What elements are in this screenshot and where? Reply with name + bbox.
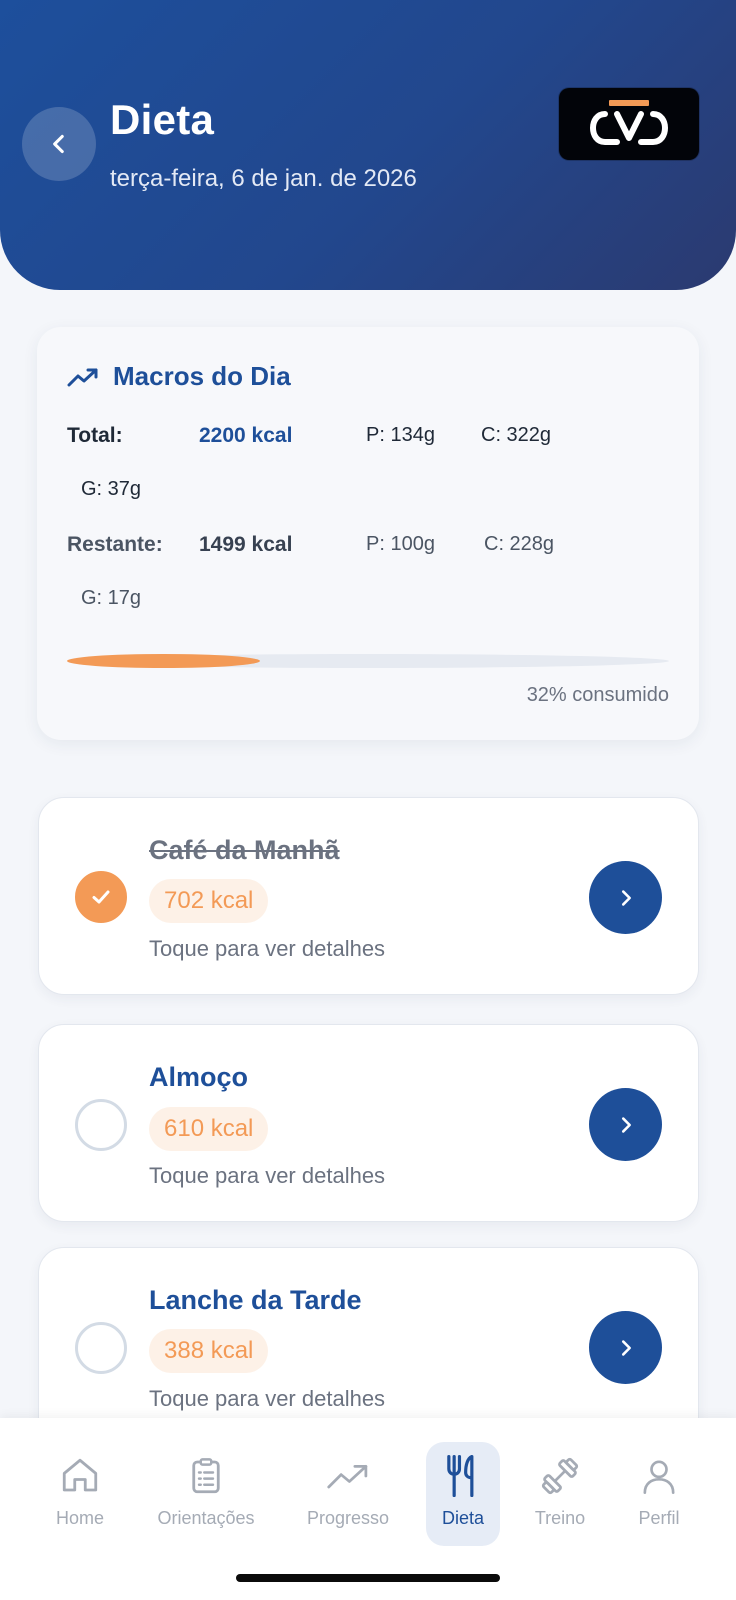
meal-check-toggle[interactable] [75,871,127,923]
utensils-icon [447,1454,474,1498]
total-protein: P: 134g [366,424,435,446]
total-fat: G: 37g [81,478,142,500]
meal-name: Almoço [149,1062,249,1092]
nav-label: Perfil [638,1508,680,1528]
nav-progresso[interactable]: Progresso [298,1442,398,1546]
meal-card[interactable]: Almoço 610 kcal Toque para ver detalhes [38,1024,699,1222]
remaining-fat: G: 17g [81,587,142,609]
chevron-right-icon [621,1339,631,1356]
nav-dieta[interactable]: Dieta [426,1442,500,1546]
chevron-right-icon [621,1116,631,1133]
nav-home[interactable]: Home [40,1442,120,1546]
trending-up-icon [67,368,98,386]
nav-treino[interactable]: Treino [526,1442,594,1546]
nav-label: Treino [534,1508,586,1528]
page-title: Dieta [110,96,215,143]
back-button[interactable] [22,107,96,181]
meal-check-toggle[interactable] [75,1322,127,1374]
chevron-left-icon [53,134,64,154]
remaining-carbs: C: 228g [484,533,555,555]
trending-up-icon [327,1465,368,1489]
meal-details-button[interactable] [589,861,662,934]
bottom-navigation: Home Orientações Progresso Dieta Treino … [0,1418,736,1600]
remaining-kcal: 1499 kcal [199,533,293,556]
total-label: Total: [67,424,123,447]
nav-orientacoes[interactable]: Orientações [147,1442,265,1546]
header: Dieta terça-feira, 6 de jan. de 2026 [0,0,736,290]
meal-hint: Toque para ver detalhes [149,1163,386,1188]
clipboard-icon [192,1458,220,1494]
nav-label: Progresso [306,1508,390,1528]
macros-card: Macros do Dia Total: 2200 kcal P: 134g C… [37,327,699,740]
meal-hint: Toque para ver detalhes [149,936,386,961]
meal-details-button[interactable] [589,1088,662,1161]
check-icon [92,890,110,904]
total-kcal: 2200 kcal [199,424,293,447]
progress-label: 32% consumido [526,684,669,706]
macros-header: Macros do Dia [67,361,291,392]
nav-label: Home [55,1508,104,1528]
total-carbs: C: 322g [481,424,552,446]
dumbbell-icon [541,1457,579,1495]
meal-name: Café da Manhã [149,835,340,865]
nav-perfil[interactable]: Perfil [624,1442,694,1546]
progress-fill [67,654,260,668]
meal-kcal-badge: 610 kcal [149,1107,269,1151]
home-icon [62,1458,98,1492]
nav-label: Orientações [157,1508,255,1528]
remaining-label: Restante: [67,533,163,556]
meal-details-button[interactable] [589,1311,662,1384]
meal-kcal-badge: 388 kcal [149,1329,269,1373]
user-icon [643,1460,675,1494]
meal-hint: Toque para ver detalhes [149,1386,386,1411]
meal-name: Lanche da Tarde [149,1285,362,1315]
meal-card[interactable]: Café da Manhã 702 kcal Toque para ver de… [38,797,699,995]
page-date: terça-feira, 6 de jan. de 2026 [110,165,417,192]
nav-label: Dieta [441,1508,485,1528]
home-indicator [236,1574,500,1582]
chevron-right-icon [621,889,631,906]
meal-kcal-badge: 702 kcal [149,879,269,923]
brand-logo [559,88,699,160]
consumption-progress-bar [67,654,669,668]
remaining-protein: P: 100g [366,533,435,555]
macros-title: Macros do Dia [113,361,291,391]
meal-check-toggle[interactable] [75,1099,127,1151]
